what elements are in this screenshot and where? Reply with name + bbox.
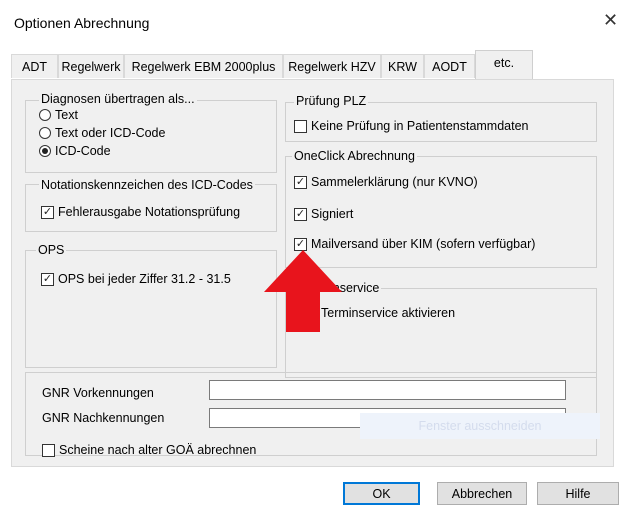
checkbox-ops[interactable]: ✓ OPS bei jeder Ziffer 31.2 - 31.5 (41, 272, 231, 286)
checkbox-label: Signiert (311, 207, 354, 221)
group-oneclick-title: OneClick Abrechnung (292, 149, 417, 163)
radio-circle[interactable] (39, 127, 51, 139)
checkbox-fehlerausgabe[interactable]: ✓ Fehlerausgabe Notationsprüfung (41, 205, 240, 219)
radio-label: ICD-Code (55, 144, 111, 158)
checkbox-box[interactable]: ✓ (41, 272, 54, 286)
checkbox-box[interactable]: ✓ (294, 207, 307, 221)
checkbox-sammelerklaerung[interactable]: ✓ Sammelerklärung (nur KVNO) (294, 175, 478, 189)
group-pruefung-plz-title: Prüfung PLZ (294, 94, 369, 108)
checkbox-label: Scheine nach alter GOÄ abrechnen (59, 443, 257, 457)
checkbox-box[interactable]: ✓ (294, 175, 307, 189)
radio-circle[interactable] (39, 109, 51, 121)
group-ops (25, 250, 277, 368)
ok-button[interactable]: OK (343, 482, 420, 505)
radio-text-oder-icd[interactable]: Text oder ICD-Code (39, 126, 165, 140)
checkbox-box[interactable] (42, 443, 55, 457)
tab-etc[interactable]: etc. (475, 50, 533, 79)
help-button[interactable]: Hilfe (537, 482, 619, 505)
checkbox-box[interactable] (294, 119, 307, 133)
radio-label: Text (55, 108, 78, 122)
close-icon[interactable]: ✕ (603, 10, 618, 30)
radio-circle-selected[interactable] (39, 145, 51, 157)
gnr-nachkennungen-label: GNR Nachkennungen (42, 411, 165, 425)
window-title: Optionen Abrechnung (14, 15, 150, 31)
checkbox-goae[interactable]: Scheine nach alter GOÄ abrechnen (42, 443, 256, 457)
checkbox-label: OPS bei jeder Ziffer 31.2 - 31.5 (58, 272, 231, 286)
radio-label: Text oder ICD-Code (55, 126, 166, 140)
checkbox-box[interactable]: ✓ (41, 205, 54, 219)
tab-adt[interactable]: ADT (11, 54, 58, 78)
tab-regelwerk[interactable]: Regelwerk (58, 54, 124, 78)
group-diagnosen-title: Diagnosen übertragen als... (39, 92, 197, 106)
faded-overlay-text: Fenster ausschneiden (360, 413, 600, 439)
gnr-vorkennungen-input[interactable] (209, 380, 566, 400)
radio-text[interactable]: Text (39, 108, 78, 122)
gnr-vorkennungen-label: GNR Vorkennungen (42, 386, 154, 400)
tab-regelwerk-ebm[interactable]: Regelwerk EBM 2000plus (124, 54, 283, 78)
tab-krw[interactable]: KRW (381, 54, 424, 78)
tab-regelwerk-hzv[interactable]: Regelwerk HZV (283, 54, 381, 78)
red-arrow-icon (264, 250, 342, 332)
checkbox-label: Fehlerausgabe Notationsprüfung (58, 205, 241, 219)
tab-strip: ADT Regelwerk Regelwerk EBM 2000plus Reg… (11, 50, 621, 80)
cancel-button[interactable]: Abbrechen (437, 482, 527, 505)
tab-aodt[interactable]: AODT (424, 54, 475, 78)
checkbox-label: Mailversand über KIM (sofern verfügbar) (311, 237, 536, 251)
checkbox-label: Sammelerklärung (nur KVNO) (311, 175, 478, 189)
group-notation-title: Notationskennzeichen des ICD-Codes (39, 178, 255, 192)
checkbox-signiert[interactable]: ✓ Signiert (294, 207, 353, 221)
radio-icd-code[interactable]: ICD-Code (39, 144, 111, 158)
checkbox-keine-pruefung[interactable]: Keine Prüfung in Patientenstammdaten (294, 119, 529, 133)
checkbox-label: Keine Prüfung in Patientenstammdaten (311, 119, 529, 133)
group-ops-title: OPS (36, 243, 67, 257)
